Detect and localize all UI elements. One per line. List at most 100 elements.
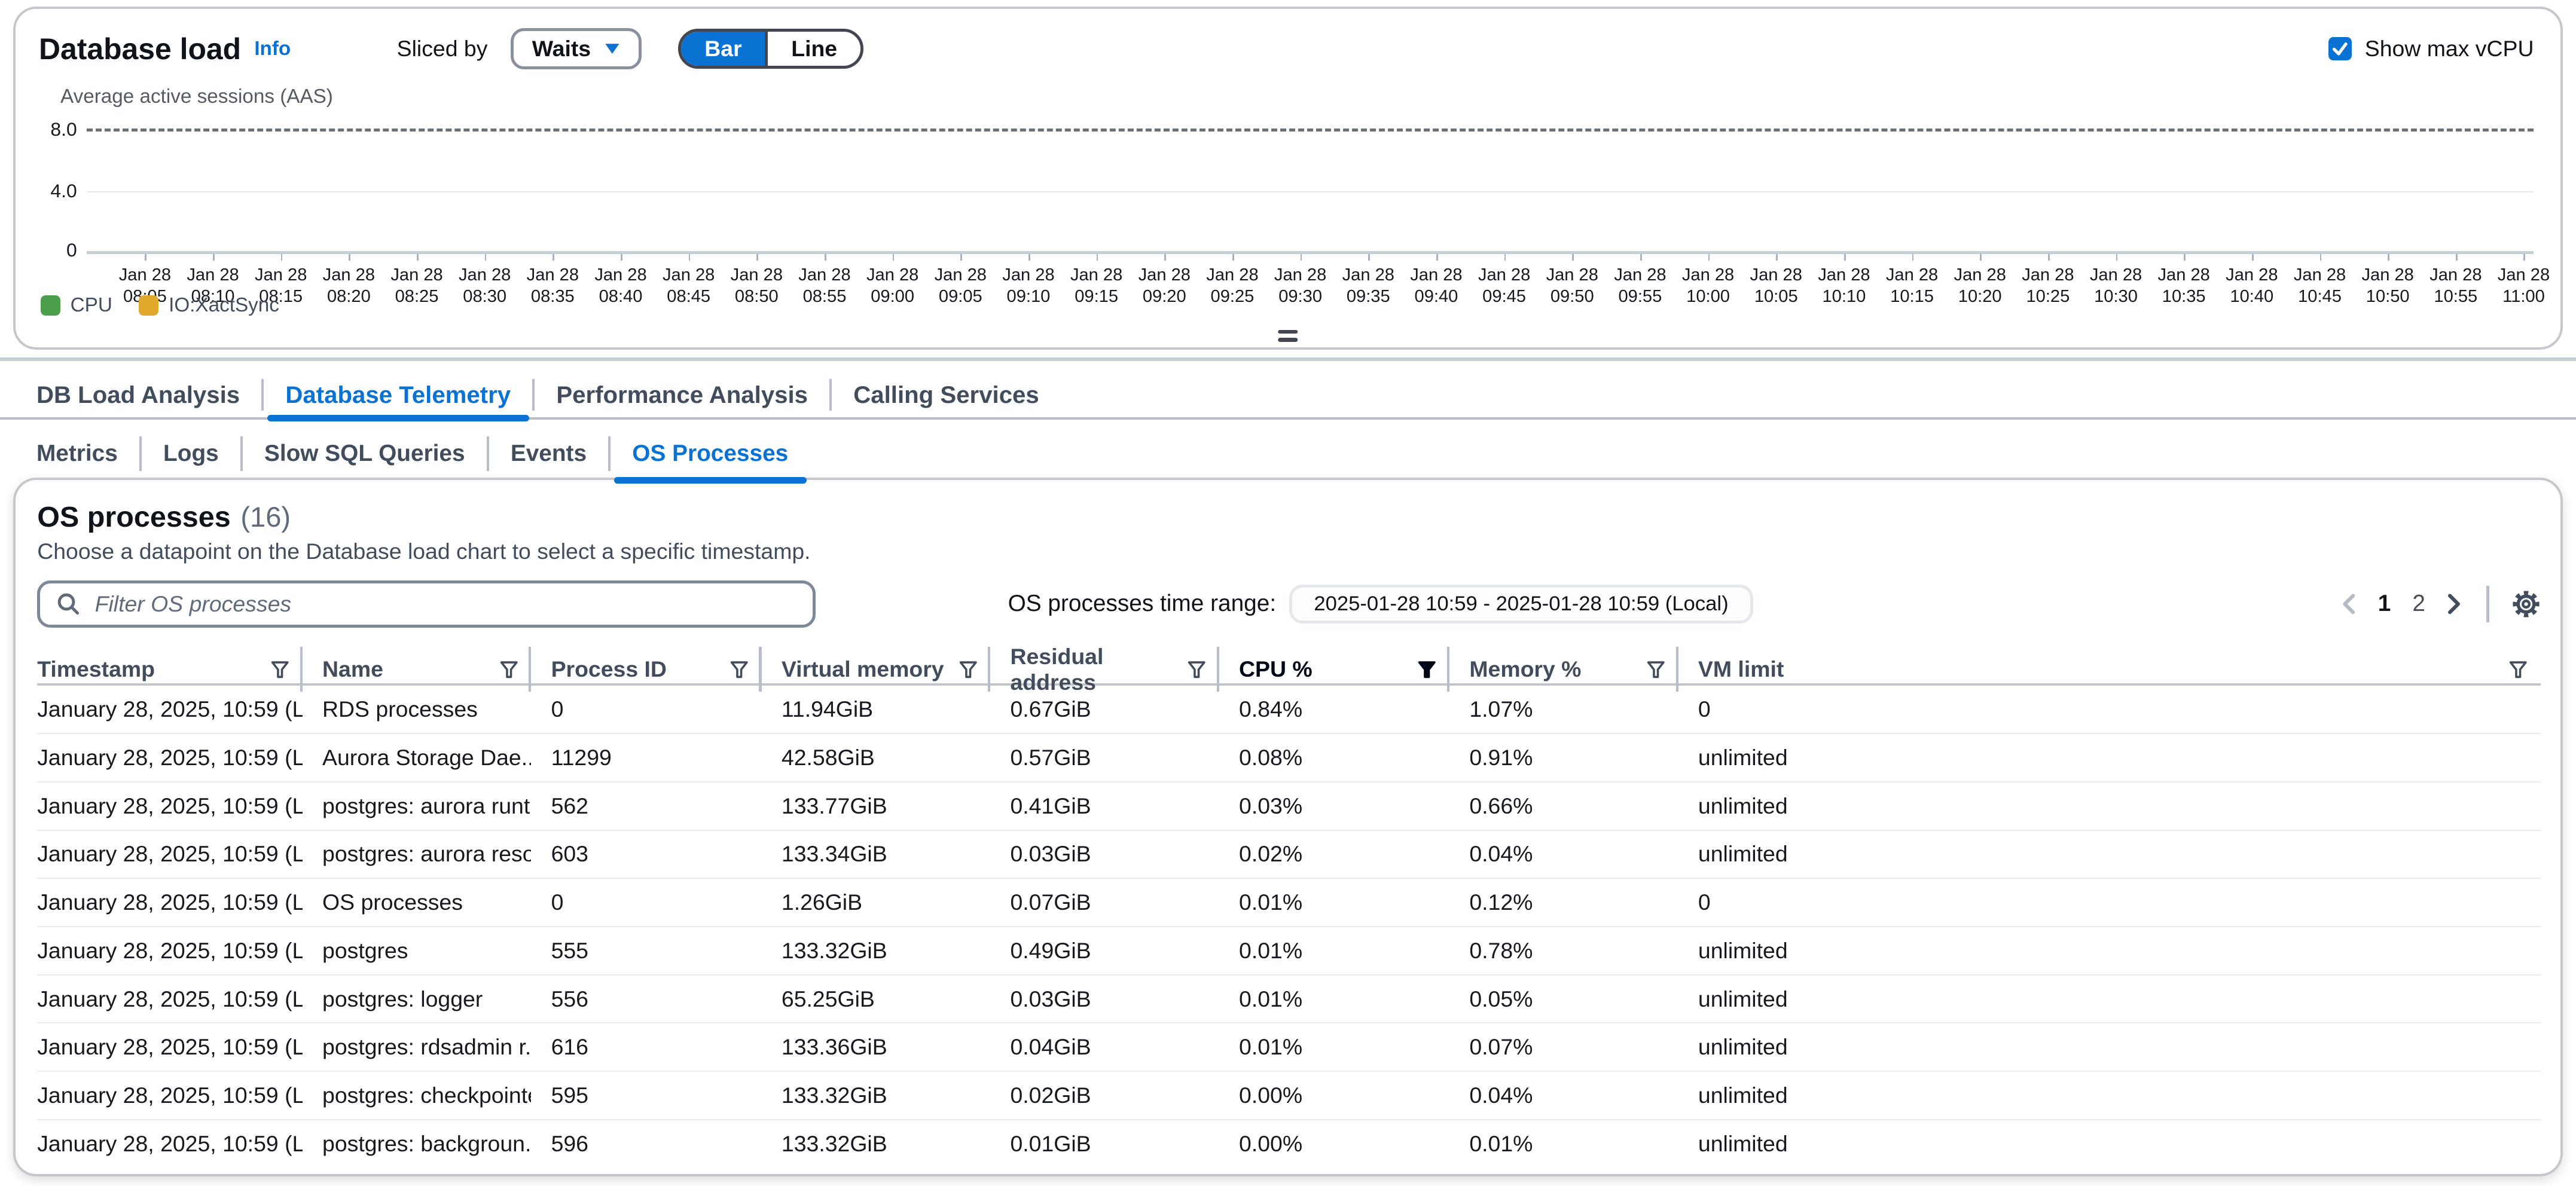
table-cell: 133.77GiB	[762, 793, 991, 819]
column-header-name[interactable]: Name	[303, 644, 532, 695]
x-axis-tick	[825, 254, 826, 261]
page-1-button[interactable]: 1	[2378, 591, 2391, 617]
table-cell: unlimited	[1678, 986, 2541, 1012]
table-cell: postgres: logger	[303, 986, 532, 1012]
column-header-cpu[interactable]: CPU %	[1219, 644, 1449, 695]
table-row: January 28, 2025, 10:59 (Loc...postgres:…	[37, 976, 2540, 1024]
tab-calling-services[interactable]: Calling Services	[832, 372, 1061, 417]
filter-funnel-icon	[2509, 661, 2527, 678]
info-link[interactable]: Info	[254, 38, 291, 60]
table-cell: Aurora Storage Dae...	[303, 745, 532, 771]
show-max-vcpu-label: Show max vCPU	[2365, 36, 2534, 62]
table-cell: OS processes	[303, 890, 532, 915]
table-cell: 595	[531, 1083, 761, 1108]
page-2-button[interactable]: 2	[2412, 591, 2425, 617]
table-cell: 133.32GiB	[762, 938, 991, 964]
x-axis-label: Jan 28 08:30	[459, 264, 511, 308]
table-cell: January 28, 2025, 10:59 (Loc...	[37, 793, 303, 819]
x-axis-label: Jan 28 10:10	[1818, 264, 1870, 308]
x-axis-tick	[1164, 254, 1166, 261]
column-header-vm-limit[interactable]: VM limit	[1678, 644, 2541, 695]
table-cell: 0.01%	[1219, 938, 1449, 964]
x-axis-label: Jan 28 08:50	[731, 264, 783, 308]
table-cell: 0.02%	[1219, 841, 1449, 867]
column-header-virtual-memory[interactable]: Virtual memory	[762, 644, 991, 695]
x-axis-label: Jan 28 08:55	[798, 264, 850, 308]
table-cell: January 28, 2025, 10:59 (Loc...	[37, 986, 303, 1012]
filter-funnel-icon	[1418, 661, 1436, 678]
subtab-events[interactable]: Events	[489, 430, 608, 478]
x-axis-label: Jan 28 10:50	[2361, 264, 2413, 308]
table-cell: 0.01%	[1219, 890, 1449, 915]
x-axis: Jan 28 08:05Jan 28 08:10Jan 28 08:15Jan …	[145, 254, 2532, 310]
table-cell: 0.03GiB	[990, 841, 1219, 867]
table-cell: January 28, 2025, 10:59 (Loc...	[37, 745, 303, 771]
next-page-button[interactable]	[2443, 592, 2463, 616]
line-toggle-button[interactable]: Line	[765, 32, 860, 66]
table-cell: 0.07GiB	[990, 890, 1219, 915]
table-cell: 555	[531, 938, 761, 964]
legend-item-io-xactsync[interactable]: IO:XactSync	[139, 294, 279, 317]
table-cell: 0.01%	[1219, 1034, 1449, 1060]
x-axis-tick	[2252, 254, 2254, 261]
column-header-memory[interactable]: Memory %	[1449, 644, 1678, 695]
x-axis-label: Jan 28 10:15	[1886, 264, 1938, 308]
legend-label: CPU	[71, 294, 112, 317]
column-header-process-id[interactable]: Process ID	[531, 644, 761, 695]
chevron-left-icon	[2340, 592, 2360, 616]
tab-db-load-analysis[interactable]: DB Load Analysis	[15, 372, 261, 417]
table-cell: 0.91%	[1449, 745, 1678, 771]
y-tick-label: 8.0	[16, 118, 77, 140]
caret-down-icon	[604, 42, 621, 56]
subtab-metrics[interactable]: Metrics	[15, 430, 139, 478]
table-cell: 0.12%	[1449, 890, 1678, 915]
x-axis-tick	[1572, 254, 1574, 261]
database-load-header: Database load Info Sliced by Waits Bar L…	[16, 9, 2560, 69]
x-axis-tick	[2048, 254, 2050, 261]
legend-swatch	[41, 295, 60, 315]
resize-handle-icon	[1278, 330, 1298, 334]
table-cell: unlimited	[1678, 793, 2541, 819]
table-settings-button[interactable]	[2512, 590, 2540, 618]
table-cell: 1.07%	[1449, 696, 1678, 722]
table-cell: postgres: checkpointer	[303, 1083, 532, 1108]
table-cell: January 28, 2025, 10:59 (Loc...	[37, 890, 303, 915]
previous-page-button[interactable]	[2340, 592, 2360, 616]
column-header-residual-address[interactable]: Residual address	[990, 644, 1219, 695]
column-label: Memory %	[1469, 656, 1581, 682]
x-axis-label: Jan 28 09:30	[1274, 264, 1326, 308]
table-cell: 0.57GiB	[990, 745, 1219, 771]
x-axis-tick	[2456, 254, 2458, 261]
table-cell: unlimited	[1678, 1083, 2541, 1108]
legend-item-cpu[interactable]: CPU	[41, 294, 112, 317]
bar-toggle-button[interactable]: Bar	[681, 32, 765, 66]
table-cell: 0.04%	[1449, 1083, 1678, 1108]
column-label: Name	[322, 656, 383, 682]
x-axis-label: Jan 28 09:50	[1546, 264, 1598, 308]
column-header-timestamp[interactable]: Timestamp	[37, 644, 303, 695]
x-axis-tick	[1028, 254, 1030, 261]
sliced-by-select[interactable]: Waits	[511, 28, 642, 70]
table-cell: 133.36GiB	[762, 1034, 991, 1060]
table-cell: 1.26GiB	[762, 890, 991, 915]
filter-os-processes-input[interactable]	[91, 589, 796, 619]
x-axis-label: Jan 28 08:35	[527, 264, 579, 308]
table-cell: postgres	[303, 938, 532, 964]
filter-funnel-icon	[1188, 661, 1205, 678]
table-cell: 0	[1678, 890, 2541, 915]
subtab-logs[interactable]: Logs	[142, 430, 240, 478]
subtab-slow-sql-queries[interactable]: Slow SQL Queries	[243, 430, 487, 478]
time-range-value[interactable]: 2025-01-28 10:59 - 2025-01-28 10:59 (Loc…	[1289, 585, 1753, 624]
resize-handle[interactable]	[1271, 326, 1304, 346]
tab-database-telemetry[interactable]: Database Telemetry	[264, 372, 532, 417]
table-cell: January 28, 2025, 10:59 (Loc...	[37, 1131, 303, 1157]
column-label: CPU %	[1239, 656, 1313, 682]
database-load-title: Database load	[39, 32, 241, 66]
x-axis-label: Jan 28 09:35	[1342, 264, 1394, 308]
column-label: Virtual memory	[782, 656, 944, 682]
tab-performance-analysis[interactable]: Performance Analysis	[535, 372, 829, 417]
column-label: Process ID	[551, 656, 667, 682]
table-cell: January 28, 2025, 10:59 (Loc...	[37, 841, 303, 867]
subtab-os-processes[interactable]: OS Processes	[611, 430, 810, 478]
show-max-vcpu-checkbox[interactable]	[2328, 37, 2352, 60]
